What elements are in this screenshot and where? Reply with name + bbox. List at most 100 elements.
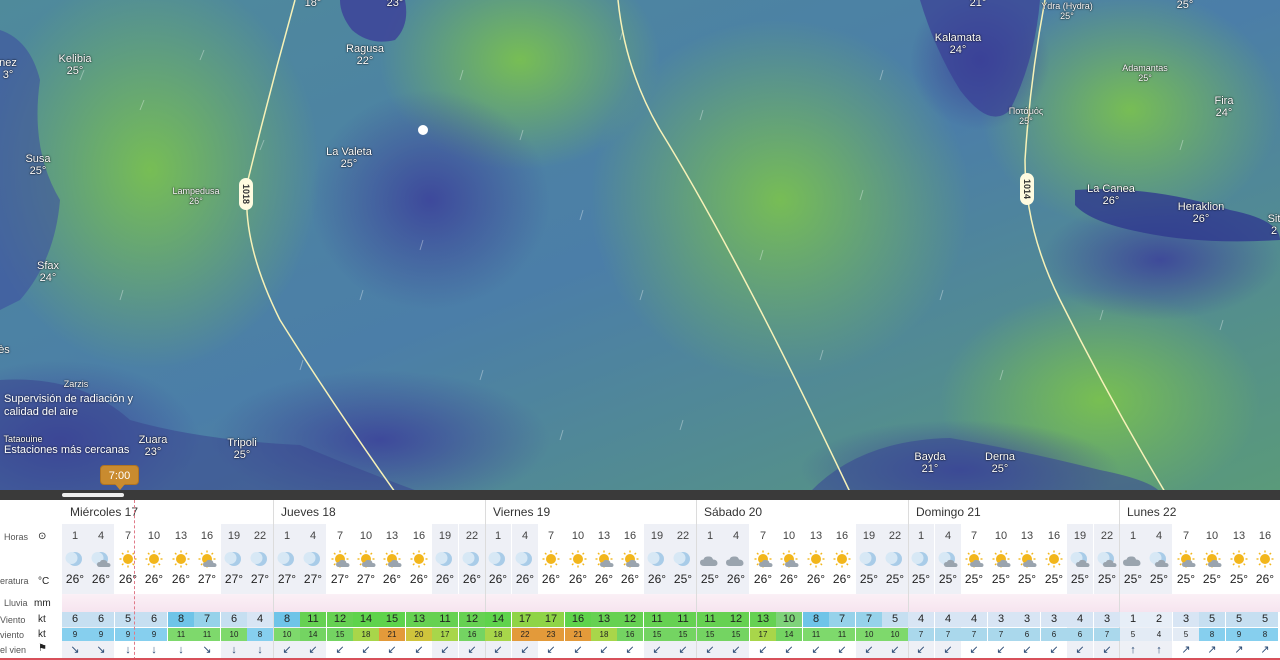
moon-icon (459, 550, 485, 568)
cloud-icon (1120, 550, 1146, 568)
wind-cell: 3 (1014, 612, 1040, 627)
wind-direction-arrow-icon: ↙ (811, 644, 821, 656)
moon-cloud-icon (1094, 550, 1120, 568)
map-place-label[interactable]: Lampedusa 26° (172, 186, 219, 206)
wind-direction-arrow-icon: ↙ (652, 644, 662, 656)
place-temperature: 3° (2, 69, 14, 81)
wind-cell: 5 (1199, 612, 1225, 627)
wind-cell: 7 (194, 612, 220, 627)
time-badge[interactable]: 7:00 (100, 465, 139, 490)
day-header[interactable]: Miércoles 17 (70, 505, 138, 519)
temperature-cell: 25° (1044, 572, 1064, 586)
map-place-label[interactable]: Derna 25° (985, 451, 1015, 475)
timeline-progress[interactable] (62, 493, 124, 497)
map-place-label[interactable]: Ποτάμός 25° (1009, 106, 1044, 126)
moon-icon (644, 550, 670, 568)
weather-map[interactable]: Ragusa 22° 18° 23° Kelibia 25° nez 3° La Valeta 2… (0, 0, 1280, 492)
hour-cell: 16 (1047, 530, 1061, 542)
wind-cell: 13 (591, 612, 617, 627)
map-place-label[interactable]: Bayda 21° (914, 451, 945, 475)
map-place-label[interactable]: Ragusa 22° (346, 43, 384, 67)
map-place-label[interactable]: Zarzis (64, 379, 89, 389)
map-place-label[interactable]: Fira 24° (1215, 95, 1234, 119)
gust-cell: 7 (988, 628, 1014, 641)
wind-direction-arrow-icon: ↓ (178, 644, 184, 656)
temperature-cell: 26° (568, 572, 588, 586)
map-place-label[interactable]: Tripoli 25° (227, 437, 257, 461)
gust-cell: 21 (379, 628, 405, 641)
sun-cloud-icon (1014, 550, 1040, 568)
temperature-cell: 27° (277, 572, 297, 586)
wind-direction-arrow-icon: ↑ (1130, 644, 1136, 656)
hour-cell: 13 (1020, 530, 1034, 542)
map-place-label[interactable]: Kelibia 25° (58, 53, 91, 77)
wind-cell: 7 (856, 612, 882, 627)
map-place-label[interactable]: 25° (1177, 0, 1194, 11)
moon-icon (485, 550, 511, 568)
wind-cell: 11 (432, 612, 458, 627)
map-place-label[interactable]: Tataouine (3, 434, 42, 444)
hour-cell: 13 (809, 530, 823, 542)
map-place-label[interactable]: Sfax 24° (37, 260, 59, 284)
map-place-label[interactable]: 18° (305, 0, 322, 9)
map-place-label[interactable]: nez 3° (0, 57, 17, 81)
hour-cell: 22 (1100, 530, 1114, 542)
temperature-cell: 26° (541, 572, 561, 586)
wind-cell: 11 (697, 612, 723, 627)
wind-direction-arrow-icon: ↙ (943, 644, 953, 656)
gust-cell: 9 (115, 628, 141, 641)
radiation-monitoring-link[interactable]: Supervisión de radiación y calidad del a… (4, 393, 144, 419)
place-temperature: 18° (304, 0, 322, 9)
wind-direction-arrow-icon: ↙ (1102, 644, 1112, 656)
day-header[interactable]: Domingo 21 (916, 505, 981, 519)
map-place-label[interactable]: 21° (970, 0, 987, 9)
hour-cell: 16 (1258, 530, 1272, 542)
hour-cell: 7 (124, 530, 132, 542)
place-temperature: 2 (1270, 225, 1278, 237)
temperature-cell: 26° (435, 572, 455, 586)
map-place-label[interactable]: Kalamata 24° (935, 32, 981, 56)
gust-cell: 17 (432, 628, 458, 641)
wind-cell: 4 (961, 612, 987, 627)
place-name: Derna (985, 451, 1015, 463)
wind-cell: 12 (723, 612, 749, 627)
hour-cell: 22 (676, 530, 690, 542)
map-place-label[interactable]: ès (0, 344, 10, 356)
place-temperature: 24° (949, 44, 967, 56)
wind-direction-arrow-icon: ↙ (625, 644, 635, 656)
temperature-cell: 26° (118, 572, 138, 586)
wind-direction-arrow-icon: ↙ (335, 644, 345, 656)
map-place-label[interactable]: 23° (387, 0, 404, 9)
map-place-label[interactable]: La Canea 26° (1087, 183, 1135, 207)
row-label-hours: Horas (4, 532, 29, 542)
wind-direction-arrow-icon: ↗ (1181, 644, 1191, 656)
sun-icon (538, 550, 564, 568)
sun-cloud-icon (988, 550, 1014, 568)
day-header[interactable]: Sábado 20 (704, 505, 762, 519)
cloud-icon (697, 550, 723, 568)
wind-direction-arrow-icon: ↙ (678, 644, 688, 656)
day-header[interactable]: Jueves 18 (281, 505, 336, 519)
temperature-cell: 25° (1229, 572, 1249, 586)
map-place-label[interactable]: La Valeta 25° (326, 146, 372, 170)
hour-cell: 4 (97, 530, 105, 542)
place-name: Sit (1267, 213, 1280, 225)
isobar-label-1018: 1018 (239, 178, 253, 210)
map-place-label[interactable]: Zuara 23° (139, 434, 168, 458)
map-place-label[interactable]: Sit 2 (1268, 213, 1280, 237)
location-marker[interactable] (418, 125, 428, 135)
map-place-label[interactable]: Adamantas 25° (1122, 63, 1168, 83)
day-header[interactable]: Viernes 19 (493, 505, 550, 519)
timeline-bar[interactable] (0, 490, 1280, 500)
map-place-label[interactable]: Heraklion 26° (1178, 201, 1224, 225)
wind-cell: 13 (406, 612, 432, 627)
row-unit-temperature: °C (38, 576, 50, 587)
wind-direction-arrow-icon: ↙ (361, 644, 371, 656)
map-place-label[interactable]: Susa 25° (25, 153, 50, 177)
nearest-stations-link[interactable]: Estaciones más cercanas (4, 444, 129, 457)
hour-cell: 16 (200, 530, 214, 542)
day-header[interactable]: Lunes 22 (1127, 505, 1176, 519)
wind-direction-arrow-icon: ↗ (1260, 644, 1270, 656)
gust-cell: 10 (274, 628, 300, 641)
map-place-label[interactable]: Ydra (Hydra) 25° (1041, 1, 1093, 21)
